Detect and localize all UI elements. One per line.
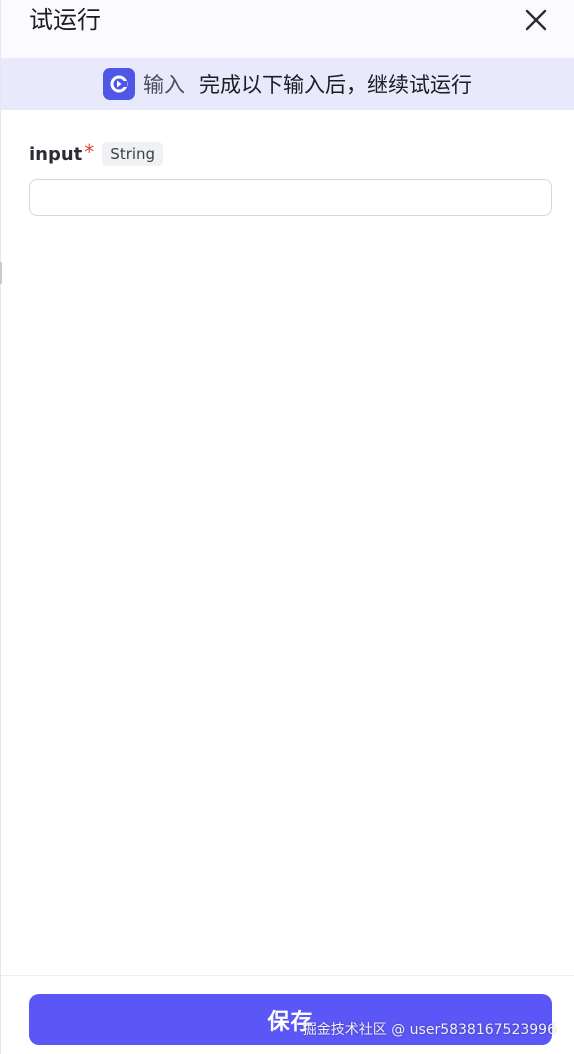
- required-mark: *: [84, 140, 95, 164]
- node-input-icon: [103, 68, 135, 100]
- banner-node-name: 输入: [143, 73, 185, 97]
- watermark: 掘金技术社区 @ user5838167523996: [302, 1022, 556, 1038]
- input-required-banner: 输入 完成以下输入后，继续试运行: [1, 58, 574, 110]
- field-name: input: [29, 143, 83, 165]
- field-label: input * String: [29, 140, 164, 168]
- field-type-badge: String: [102, 142, 164, 166]
- test-run-panel: 试运行 输入 完成以下输入后，继续试运行 input * String 保存 掘…: [0, 0, 574, 1054]
- banner-message: 完成以下输入后，继续试运行: [199, 73, 472, 97]
- input-field[interactable]: [29, 179, 552, 216]
- page-title: 试运行: [29, 6, 101, 34]
- panel-header: 试运行: [1, 0, 574, 58]
- close-button[interactable]: [522, 6, 550, 34]
- close-icon: [525, 9, 547, 31]
- panel-resize-handle[interactable]: [0, 262, 2, 284]
